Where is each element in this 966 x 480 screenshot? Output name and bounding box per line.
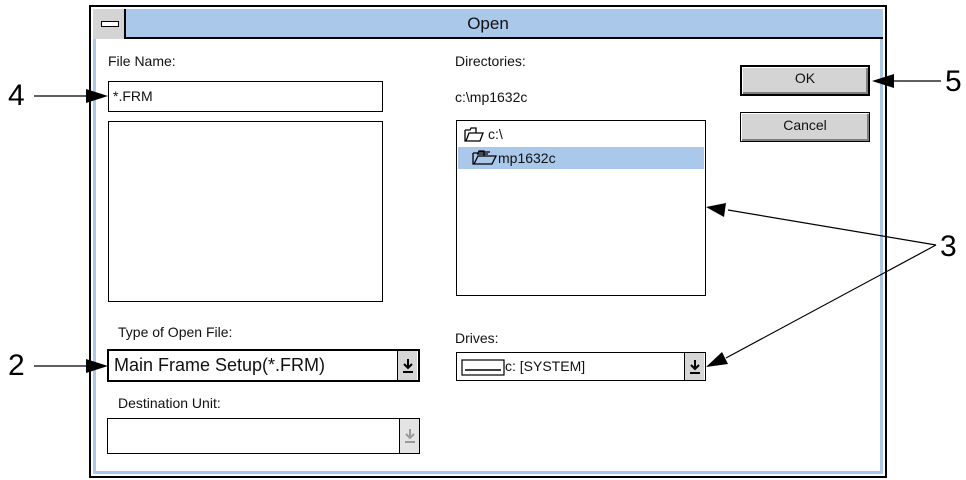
callout-2: 2 [8, 349, 25, 382]
callout-arrows [34, 74, 941, 373]
callout-5: 5 [945, 65, 962, 98]
callout-4: 4 [8, 79, 25, 112]
callout-3: 3 [940, 230, 957, 263]
